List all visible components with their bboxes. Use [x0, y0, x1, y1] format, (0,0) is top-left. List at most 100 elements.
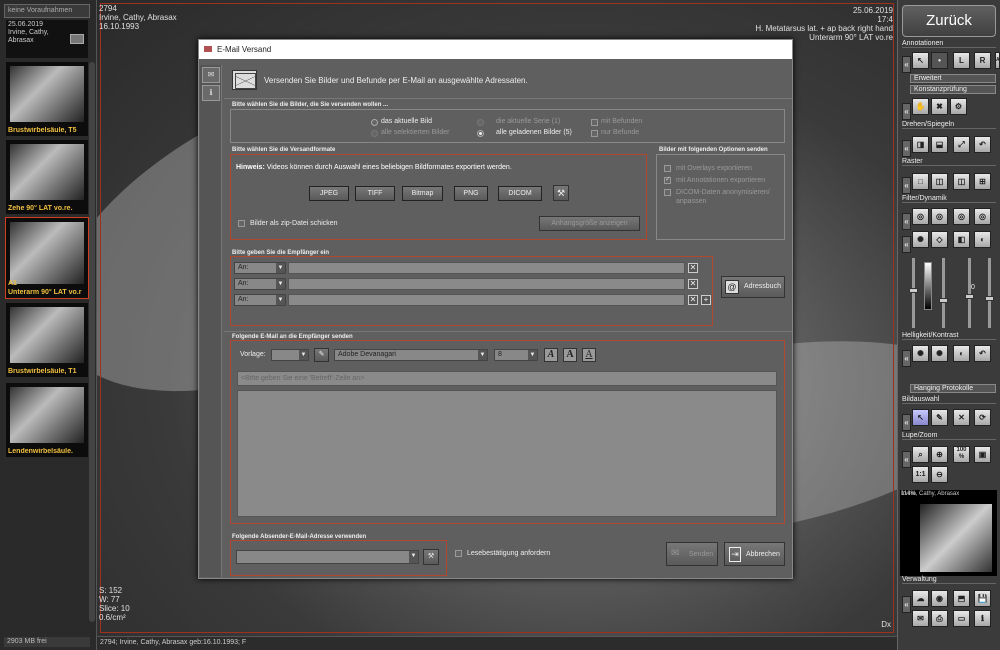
- remove-recipient-icon[interactable]: ✕: [688, 263, 698, 273]
- grid-1x2-icon[interactable]: ◫: [931, 173, 948, 190]
- checkbox-with-findings[interactable]: [591, 119, 598, 126]
- reset-icon[interactable]: ↶: [974, 345, 991, 362]
- brightness-icon[interactable]: ✺: [912, 345, 929, 362]
- format-png-button[interactable]: PNG: [454, 186, 488, 201]
- checkbox-annotations[interactable]: [664, 175, 671, 184]
- collapse-icon[interactable]: «: [902, 177, 911, 194]
- zoom-in-icon[interactable]: ⊕: [931, 446, 948, 463]
- brightness-icon[interactable]: ✺: [912, 231, 929, 248]
- collapse-icon[interactable]: «: [902, 596, 911, 613]
- checkbox-overlays[interactable]: [664, 165, 671, 172]
- zoom-1-1-button[interactable]: 1:1: [912, 466, 929, 483]
- collapse-icon[interactable]: «: [902, 56, 911, 73]
- magnifier-icon[interactable]: ⌕: [912, 446, 929, 463]
- fit-icon[interactable]: ▣: [974, 446, 991, 463]
- format-settings-icon[interactable]: ⚒: [553, 185, 569, 201]
- sender-select[interactable]: ▼: [236, 550, 419, 564]
- filter-icon[interactable]: ◎: [912, 208, 929, 225]
- monitor-icon[interactable]: ▭: [953, 610, 970, 627]
- collapse-icon[interactable]: «: [902, 140, 911, 157]
- slider[interactable]: [909, 258, 918, 328]
- slider[interactable]: [965, 258, 974, 328]
- hanging-protokolle-button[interactable]: Hanging Protokolle: [910, 384, 996, 393]
- addressbook-button[interactable]: @ Adressbuch: [721, 276, 785, 298]
- template-edit-icon[interactable]: ✎: [314, 348, 329, 362]
- edge-icon[interactable]: ◎: [974, 208, 991, 225]
- collapse-icon[interactable]: «: [902, 350, 911, 367]
- thumbnail[interactable]: Brustwirbelsäule, T5: [6, 62, 88, 136]
- email-icon[interactable]: ✉: [912, 610, 929, 627]
- save-icon[interactable]: 💾: [974, 590, 991, 607]
- radio-current-series[interactable]: [477, 119, 484, 126]
- italic-button[interactable]: A: [544, 348, 558, 362]
- settings-icon[interactable]: ⚙: [950, 98, 967, 115]
- collapse-icon[interactable]: «: [902, 213, 911, 230]
- disc-icon[interactable]: ◉: [931, 590, 948, 607]
- flip-vertical-icon[interactable]: ⬓: [931, 136, 948, 153]
- left-marker-button[interactable]: L: [953, 52, 970, 69]
- recipient-address-input[interactable]: [288, 294, 685, 306]
- slider[interactable]: [939, 258, 948, 328]
- send-button[interactable]: ✉ Senden: [666, 542, 718, 566]
- zoom-out-icon[interactable]: ⊖: [931, 466, 948, 483]
- sender-settings-icon[interactable]: ⚒: [423, 549, 439, 565]
- format-tiff-button[interactable]: TIFF: [355, 186, 395, 201]
- recipient-type-select[interactable]: An: ▼: [234, 278, 286, 290]
- font-size-select[interactable]: 8 ▼: [494, 349, 538, 361]
- radio-current-image[interactable]: [371, 119, 378, 126]
- erweitert-button[interactable]: Erweitert: [910, 74, 996, 83]
- recipient-type-select[interactable]: An: ▼: [234, 262, 286, 274]
- thumbnail[interactable]: Zehe 90° LAT vo.re.: [6, 140, 88, 214]
- checkbox-only-findings[interactable]: [591, 130, 598, 137]
- sharpen-icon[interactable]: ◎: [931, 208, 948, 225]
- export-icon[interactable]: ⬒: [953, 590, 970, 607]
- thumbnail[interactable]: Brustwirbelsäule, T1: [6, 303, 88, 377]
- font-select[interactable]: Adobe Devanagari ▼: [334, 349, 488, 361]
- remove-recipient-icon[interactable]: ✕: [688, 279, 698, 289]
- bold-button[interactable]: A: [563, 348, 577, 362]
- collapse-icon[interactable]: «: [902, 103, 911, 120]
- zoom-100-button[interactable]: 100 %: [953, 446, 970, 463]
- format-jpeg-button[interactable]: JPEG: [309, 186, 349, 201]
- cross-tools-icon[interactable]: ✕: [953, 409, 970, 426]
- subject-input[interactable]: <Bitte geben Sie eine 'Betreff'-Zeile an…: [237, 371, 777, 386]
- checkbox-anonymize[interactable]: [664, 189, 671, 196]
- collapse-icon[interactable]: «: [902, 236, 911, 253]
- radio-all-images[interactable]: [477, 130, 484, 137]
- undo-rotate-icon[interactable]: ↶: [974, 136, 991, 153]
- info-icon[interactable]: ℹ: [974, 610, 991, 627]
- contrast-icon[interactable]: ◐: [974, 231, 991, 248]
- marker-icon[interactable]: •: [931, 52, 948, 69]
- sync-icon[interactable]: ⟳: [974, 409, 991, 426]
- invert-icon[interactable]: ◧: [953, 231, 970, 248]
- thumbnail-selected[interactable]: A1 Unterarm 90° LAT vo.r: [5, 217, 89, 299]
- right-marker-button[interactable]: R: [974, 52, 991, 69]
- contrast-icon[interactable]: ◐: [953, 345, 970, 362]
- recipient-type-select[interactable]: An: ▼: [234, 294, 286, 306]
- radio-selected-images[interactable]: [371, 130, 378, 137]
- cancel-button[interactable]: ⇥ Abbrechen: [724, 542, 785, 566]
- slider[interactable]: [985, 258, 994, 328]
- rotate-icon[interactable]: ⤢: [953, 136, 970, 153]
- thumbnail-scrollbar[interactable]: [89, 62, 95, 622]
- tab-info[interactable]: ℹ: [202, 85, 220, 101]
- diamond-icon[interactable]: ◇: [931, 231, 948, 248]
- checkbox-zip[interactable]: [238, 220, 245, 227]
- grid-2x1-icon[interactable]: ◫: [953, 173, 970, 190]
- recipient-address-input[interactable]: [288, 278, 685, 290]
- email-body-textarea[interactable]: [237, 390, 777, 517]
- remove-recipient-icon[interactable]: ✕: [688, 295, 698, 305]
- format-dicom-button[interactable]: DICOM: [498, 186, 542, 201]
- template-select[interactable]: ▼: [271, 349, 309, 361]
- smooth-icon[interactable]: ◎: [953, 208, 970, 225]
- recipient-address-input[interactable]: [288, 262, 685, 274]
- text-annotation-button[interactable]: ABC: [995, 52, 1000, 69]
- grid-2x2-icon[interactable]: ⊞: [974, 173, 991, 190]
- patient-card-icon[interactable]: [70, 34, 84, 44]
- format-bitmap-button[interactable]: Bitmap: [402, 186, 443, 201]
- cloud-icon[interactable]: ☁: [912, 590, 929, 607]
- delete-icon[interactable]: ✖: [931, 98, 948, 115]
- select-pointer-icon[interactable]: ↖: [912, 409, 929, 426]
- navigator-thumbnail[interactable]: Irvine, Cathy, Abrasax 114%: [900, 490, 997, 576]
- collapse-icon[interactable]: «: [902, 451, 911, 468]
